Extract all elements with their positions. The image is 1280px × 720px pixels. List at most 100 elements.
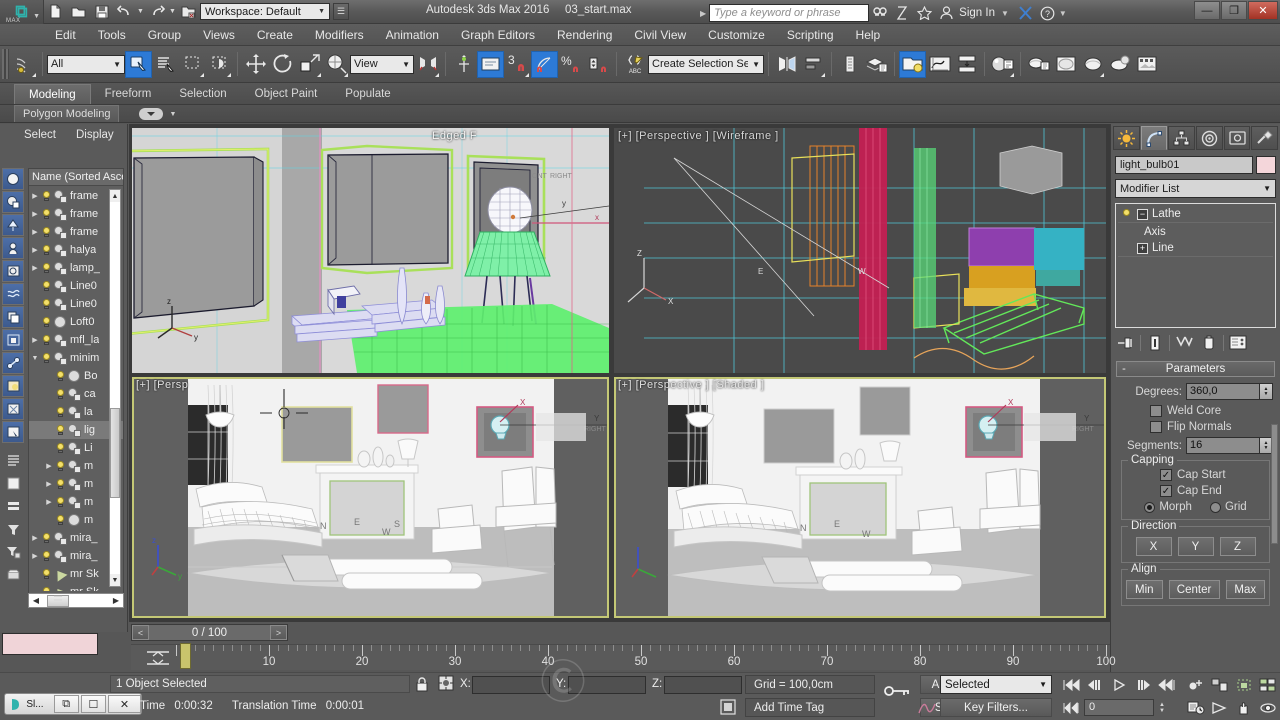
- key-filters-curve-icon[interactable]: [916, 698, 938, 717]
- named-selection-sets-button[interactable]: ABC: [621, 51, 648, 78]
- save-file-button[interactable]: [90, 1, 113, 23]
- visibility-bulb-icon[interactable]: [55, 442, 66, 455]
- render-setup-icon[interactable]: [1025, 51, 1052, 78]
- play-animation-button[interactable]: [1108, 675, 1130, 694]
- filter-frozen-icon[interactable]: [2, 375, 24, 397]
- expand-arrow-icon[interactable]: ▶: [29, 192, 41, 200]
- ribbon-tab-modeling[interactable]: Modeling: [14, 84, 91, 104]
- align-button[interactable]: [450, 51, 477, 78]
- zoom-extents-all-icon[interactable]: [1209, 675, 1231, 694]
- redo-button[interactable]: [145, 1, 168, 23]
- visibility-bulb-icon[interactable]: [41, 190, 52, 203]
- filter-space-warps-icon[interactable]: [2, 283, 24, 305]
- remove-modifier-icon[interactable]: [1198, 333, 1220, 353]
- degrees-spinner-arrows[interactable]: ▲ ▼: [1260, 383, 1273, 400]
- filter-geometry-icon[interactable]: [2, 168, 24, 190]
- menu-item-civil-view[interactable]: Civil View: [623, 24, 697, 46]
- schematic-view-icon[interactable]: [953, 51, 980, 78]
- morph-radio[interactable]: Morph: [1144, 501, 1192, 513]
- go-to-end-button[interactable]: [1156, 675, 1178, 694]
- percent-snap-toggle-button[interactable]: %: [558, 51, 585, 78]
- help-dropdown-icon[interactable]: ▼: [1059, 9, 1067, 18]
- expand-arrow-icon[interactable]: ▶: [43, 462, 55, 470]
- ribbon-subtab-polygon-modeling[interactable]: Polygon Modeling: [14, 105, 120, 122]
- toolbar-grip[interactable]: [2, 49, 9, 79]
- absolute-relative-toggle-icon[interactable]: [438, 675, 454, 694]
- segments-value[interactable]: 16: [1186, 437, 1260, 454]
- modifier-stack-item-line[interactable]: + Line: [1118, 240, 1273, 257]
- filter-groups-icon[interactable]: [2, 306, 24, 328]
- taskbar-minimize-button[interactable]: ☐: [80, 695, 106, 713]
- viewport-label-top-right[interactable]: [+] [Perspective ] [Wireframe ]: [618, 130, 779, 142]
- segments-spinner[interactable]: 16 ▲ ▼: [1186, 437, 1273, 454]
- favorites-star-icon[interactable]: [913, 2, 935, 24]
- visibility-bulb-icon[interactable]: [41, 568, 52, 581]
- modify-tab[interactable]: [1140, 126, 1168, 150]
- object-color-swatch[interactable]: [1256, 156, 1276, 174]
- time-ruler[interactable]: 10 20 30 40 50 60 70 80 90 100: [176, 645, 1116, 671]
- visibility-bulb-icon[interactable]: [55, 406, 66, 419]
- parameters-rollout-header[interactable]: - Parameters: [1116, 361, 1275, 377]
- menu-item-animation[interactable]: Animation: [375, 24, 450, 46]
- undo-dropdown[interactable]: ▼: [136, 1, 145, 23]
- visibility-bulb-icon[interactable]: [55, 424, 66, 437]
- show-end-result-icon[interactable]: [1144, 333, 1166, 353]
- filter-hidden-icon[interactable]: [2, 398, 24, 420]
- create-tab[interactable]: [1113, 126, 1140, 150]
- expand-arrow-icon[interactable]: ▶: [29, 228, 41, 236]
- select-and-scale-button[interactable]: [296, 51, 323, 78]
- expand-arrow-icon[interactable]: ▶: [43, 498, 55, 506]
- select-by-name-button[interactable]: [152, 51, 179, 78]
- time-slider-handle[interactable]: [180, 643, 191, 669]
- expand-arrow-icon[interactable]: ▶: [29, 336, 41, 344]
- collapse-icon[interactable]: −: [1137, 208, 1148, 220]
- autodesk-360-icon[interactable]: [869, 2, 891, 24]
- filter-bones-icon[interactable]: [2, 352, 24, 374]
- scene-explorer-menu-select[interactable]: Select: [14, 129, 66, 141]
- scroll-right-arrow[interactable]: ▶: [109, 596, 123, 605]
- frame-spinner[interactable]: ▲ ▼: [1156, 698, 1168, 717]
- viewport-top-left[interactable]: x y ONT RIGHT z y Edged F: [132, 128, 609, 373]
- expand-arrow-icon[interactable]: ▶: [29, 552, 41, 560]
- angle-snap-toggle-button[interactable]: [531, 50, 558, 78]
- display-children-icon[interactable]: [2, 472, 24, 494]
- menu-item-help[interactable]: Help: [845, 24, 892, 46]
- app-logo-button[interactable]: ⧉ MAX ▼: [0, 0, 44, 24]
- visibility-bulb-icon[interactable]: [55, 478, 66, 491]
- render-production-icon[interactable]: [1079, 51, 1106, 78]
- viewport-label-bottom-right[interactable]: [+] [Perspective ] [Shaded ]: [618, 379, 764, 391]
- field-of-view-icon[interactable]: [1209, 698, 1231, 717]
- utilities-tab[interactable]: [1251, 126, 1279, 150]
- degrees-spinner[interactable]: 360,0 ▲ ▼: [1186, 383, 1273, 400]
- coord-x-input[interactable]: [472, 676, 550, 694]
- hscrollbar-thumb[interactable]: ☰: [47, 594, 69, 607]
- direction-x-button[interactable]: X: [1135, 537, 1172, 556]
- modifier-stack-item-lathe[interactable]: − Lathe: [1118, 206, 1273, 223]
- window-crossing-toggle-button[interactable]: [206, 51, 233, 78]
- cap-start-row[interactable]: ✓ Cap Start: [1160, 469, 1265, 481]
- material-editor-icon[interactable]: [989, 51, 1016, 78]
- visibility-bulb-icon[interactable]: [41, 334, 52, 347]
- autodesk-x-icon[interactable]: [1015, 2, 1037, 24]
- redo-dropdown[interactable]: ▼: [168, 1, 177, 23]
- search-expand-icon[interactable]: ▶: [700, 9, 706, 18]
- key-mode-selector[interactable]: Selected ▼: [940, 675, 1052, 694]
- filter-xrefs-icon[interactable]: [2, 329, 24, 351]
- mirror-geometry-icon[interactable]: [773, 51, 800, 78]
- flip-normals-checkbox[interactable]: [1150, 421, 1162, 433]
- current-frame-input[interactable]: 0: [1084, 699, 1154, 716]
- taskbar-button[interactable]: Sl... ⧉ ☐ ✕: [4, 693, 142, 715]
- menu-item-modifiers[interactable]: Modifiers: [304, 24, 375, 46]
- configure-modifier-sets-icon[interactable]: [1227, 333, 1249, 353]
- toggle-scene-explorer-icon[interactable]: [836, 51, 863, 78]
- sign-in-dropdown-icon[interactable]: ▼: [1001, 9, 1009, 18]
- scene-explorer-list[interactable]: Name (Sorted Ascer ▶ frame ▶ frame ▶ frame ▶ ha…: [28, 168, 124, 608]
- current-frame-display[interactable]: 0 / 100: [149, 627, 270, 639]
- scroll-up-arrow[interactable]: ▲: [110, 190, 120, 202]
- prev-frame-button[interactable]: <: [132, 625, 149, 640]
- key-mode-toggle-button[interactable]: [1060, 698, 1082, 717]
- visibility-bulb-icon[interactable]: [55, 460, 66, 473]
- grid-radio[interactable]: Grid: [1209, 501, 1247, 513]
- close-button[interactable]: ✕: [1248, 1, 1278, 20]
- maximize-viewport-icon[interactable]: [1257, 675, 1279, 694]
